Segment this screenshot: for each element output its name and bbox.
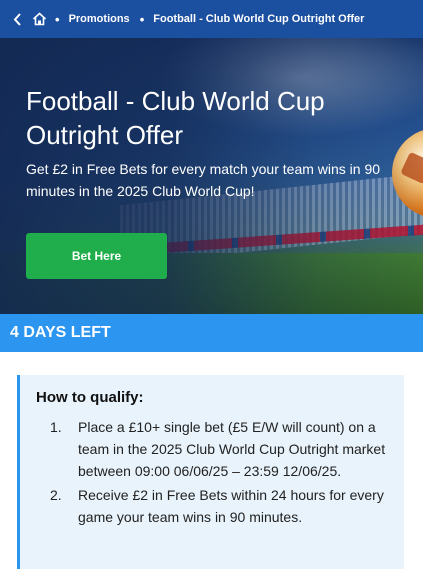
hero-subtitle: Get £2 in Free Bets for every match your… [26,161,381,199]
how-to-qualify-box: How to qualify: 1. Place a £10+ single b… [17,375,404,569]
step-text: Place a £10+ single bet (£5 E/W will cou… [78,419,386,479]
chevron-left-icon[interactable] [10,9,24,29]
breadcrumb-separator: • [55,11,60,27]
breadcrumb-separator: • [139,11,145,27]
step-number: 1. [50,419,62,435]
home-icon[interactable] [30,9,48,29]
breadcrumb-current-page: Football - Club World Cup Outright Offer [153,13,365,25]
breadcrumb-promotions-link[interactable]: Promotions [69,13,130,25]
step-number: 2. [50,487,62,503]
bet-here-button[interactable]: Bet Here [26,233,167,279]
qualify-title: How to qualify: [36,389,144,406]
qualify-step: 2. Receive £2 in Free Bets within 24 hou… [36,484,390,528]
days-left-label: 4 DAYS LEFT [10,324,111,341]
breadcrumb: • Promotions • Football - Club World Cup… [0,0,423,38]
days-left-banner: 4 DAYS LEFT [0,314,423,352]
hero-title: Football - Club World Cup Outright Offer [26,86,325,150]
qualify-steps: 1. Place a £10+ single bet (£5 E/W will … [36,416,390,528]
qualify-step: 1. Place a £10+ single bet (£5 E/W will … [36,416,390,482]
step-text: Receive £2 in Free Bets within 24 hours … [78,487,384,525]
